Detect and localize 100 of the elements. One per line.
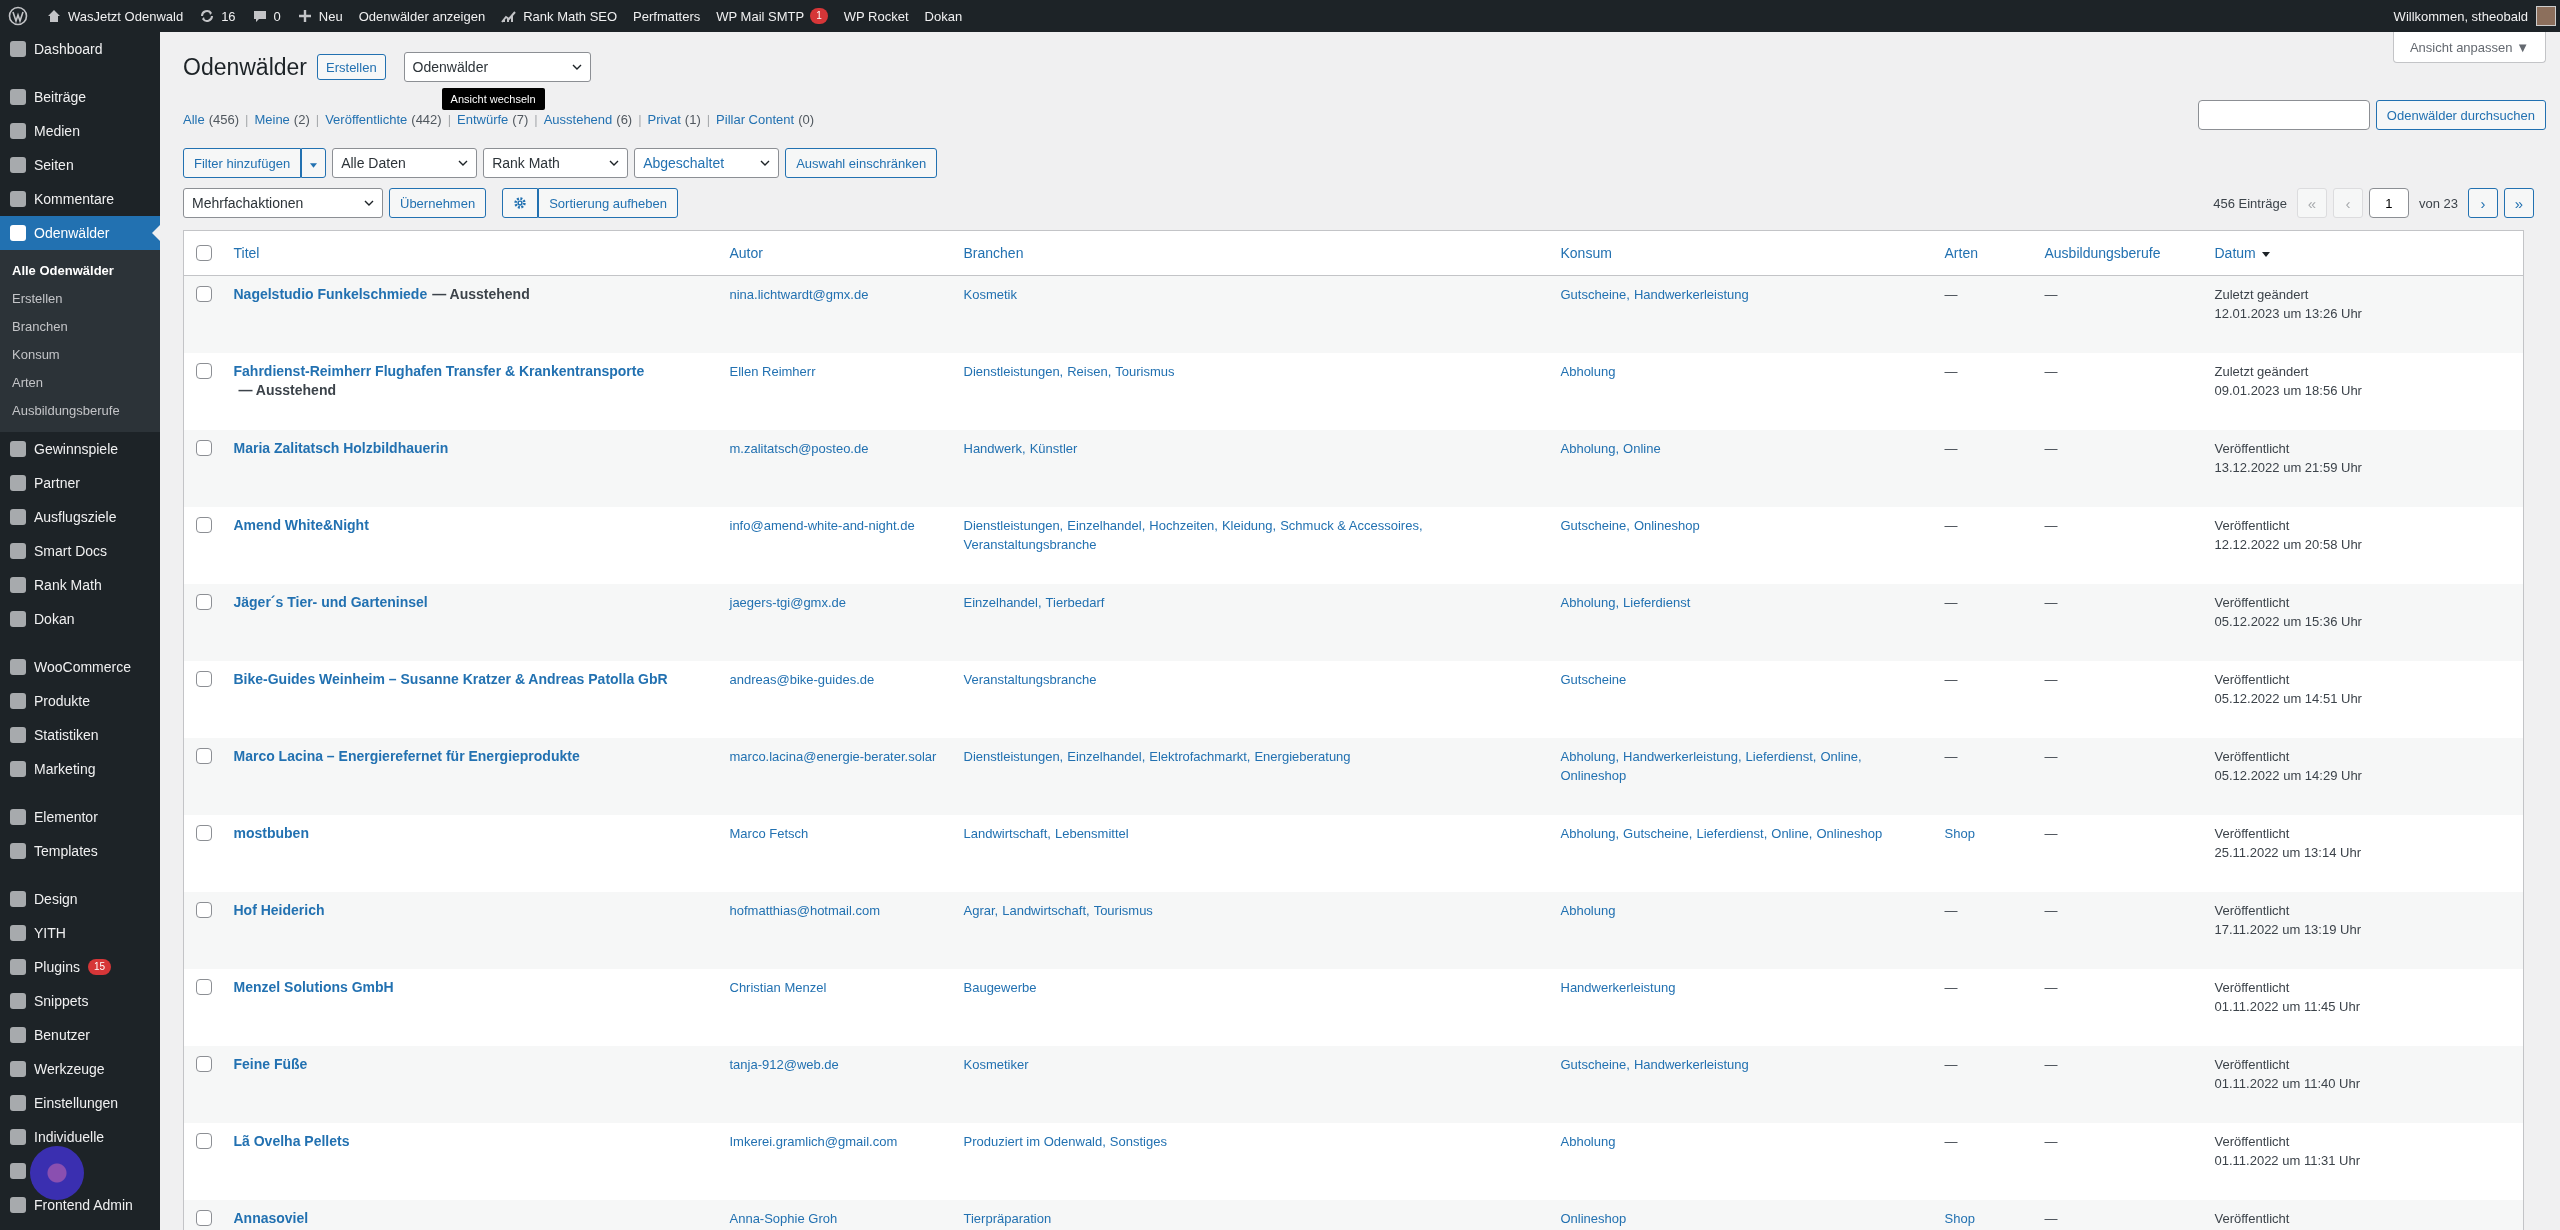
term-link[interactable]: Online,: [1771, 823, 1813, 843]
row-checkbox[interactable]: [196, 901, 212, 918]
admin-bar-link[interactable]: 16: [191, 0, 244, 32]
row-checkbox[interactable]: [196, 516, 212, 533]
column-header[interactable]: Branchen: [963, 245, 1024, 261]
author-link[interactable]: info@amend-white-and-night.de: [729, 515, 915, 535]
term-link[interactable]: Dienstleistungen,: [963, 746, 1064, 766]
term-link[interactable]: Onlineshop: [1560, 765, 1627, 785]
admin-bar-link[interactable]: Perfmatters: [625, 0, 709, 32]
sidebar-item[interactable]: Templates: [0, 834, 160, 868]
column-header[interactable]: Konsum: [1560, 245, 1612, 261]
term-link[interactable]: Abholung,: [1560, 592, 1620, 612]
row-checkbox[interactable]: [196, 747, 212, 764]
sidebar-item[interactable]: Marketing: [0, 752, 160, 786]
view-filter-link[interactable]: Privat: [647, 112, 681, 127]
term-link[interactable]: Produziert im Odenwald,: [963, 1131, 1106, 1151]
term-link[interactable]: Elektrofachmarkt,: [1149, 746, 1251, 766]
sidebar-item[interactable]: Plugins 15: [0, 950, 160, 984]
term-link[interactable]: Onlineshop: [1633, 515, 1700, 535]
post-title-link[interactable]: mostbuben: [233, 824, 309, 841]
term-link[interactable]: Tourismus: [1093, 900, 1153, 920]
post-title-link[interactable]: Nagelstudio Funkelschmiede: [233, 286, 428, 302]
term-link[interactable]: Einzelhandel,: [1067, 746, 1146, 766]
sidebar-item[interactable]: Medien: [0, 114, 160, 148]
select-all-checkbox[interactable]: [196, 245, 212, 261]
term-link[interactable]: Lieferdienst: [1623, 592, 1691, 612]
author-link[interactable]: m.zalitatsch@posteo.de: [729, 438, 869, 458]
author-link[interactable]: Marco Fetsch: [729, 823, 809, 843]
row-checkbox[interactable]: [196, 1132, 212, 1149]
post-title-link[interactable]: Lã Ovelha Pellets: [233, 1132, 350, 1149]
sidebar-item[interactable]: Werkzeuge: [0, 1052, 160, 1086]
user-greeting[interactable]: Willkommen, stheobald: [2385, 0, 2536, 32]
sidebar-item[interactable]: Frontend Admin: [0, 1188, 160, 1222]
term-link[interactable]: Lieferdienst,: [1745, 746, 1817, 766]
sidebar-item[interactable]: Individuelle: [0, 1120, 160, 1154]
author-link[interactable]: tanja-912@web.de: [729, 1054, 839, 1074]
column-header[interactable]: Autor: [729, 245, 763, 261]
term-link[interactable]: Gutscheine,: [1560, 285, 1630, 304]
term-link[interactable]: Energieberatung: [1254, 746, 1351, 766]
filter-select[interactable]: Abgeschaltet: [634, 148, 780, 178]
term-link[interactable]: Abholung,: [1560, 438, 1620, 458]
post-title-link[interactable]: Bike-Guides Weinheim – Susanne Kratzer & Andreas Patolla GbR: [233, 670, 668, 687]
term-link[interactable]: Lieferdienst,: [1696, 823, 1768, 843]
view-filter-link[interactable]: Veröffentlichte: [325, 112, 408, 127]
page-number-field[interactable]: 1: [2368, 188, 2409, 218]
row-checkbox[interactable]: [196, 593, 212, 610]
submenu-item[interactable]: Erstellen: [0, 285, 160, 313]
term-link[interactable]: Shop: [1944, 823, 1975, 843]
wordpress-logo-icon[interactable]: [8, 6, 28, 26]
row-checkbox[interactable]: [196, 286, 212, 302]
term-link[interactable]: Dienstleistungen,: [963, 361, 1064, 381]
author-link[interactable]: jaegers-tgi@gmx.de: [729, 592, 847, 612]
term-link[interactable]: Einzelhandel,: [963, 592, 1042, 612]
term-link[interactable]: Baugewerbe: [963, 977, 1037, 997]
admin-bar-link[interactable]: WP Mail SMTP 1: [708, 0, 836, 32]
term-link[interactable]: Gutscheine,: [1560, 515, 1630, 535]
term-link[interactable]: Gutscheine,: [1623, 823, 1693, 843]
term-link[interactable]: Tourismus: [1115, 361, 1175, 381]
sidebar-item[interactable]: Odenwälder: [0, 216, 160, 250]
admin-bar-link[interactable]: WasJetzt Odenwald: [38, 0, 192, 32]
row-checkbox[interactable]: [196, 1055, 212, 1072]
sidebar-item[interactable]: Snippets: [0, 984, 160, 1018]
view-filter-link[interactable]: Entwürfe: [457, 112, 509, 127]
term-link[interactable]: Handwerkerleistung,: [1623, 746, 1742, 766]
term-link[interactable]: Online: [1623, 438, 1661, 458]
term-link[interactable]: Einzelhandel,: [1067, 515, 1146, 535]
term-link[interactable]: Abholung,: [1560, 746, 1620, 766]
submenu-item[interactable]: Ausbildungsberufe: [0, 397, 160, 425]
screen-options-button[interactable]: Ansicht anpassen ▼: [2392, 32, 2546, 63]
pagination-button[interactable]: »: [2504, 188, 2534, 218]
sidebar-item[interactable]: Gewinnspiele: [0, 432, 160, 466]
sidebar-item[interactable]: Rank Math: [0, 568, 160, 602]
filter-select[interactable]: Rank Math: [483, 148, 629, 178]
sidebar-item[interactable]: Dokan: [0, 602, 160, 636]
sidebar-item[interactable]: Elementor: [0, 800, 160, 834]
term-link[interactable]: Tierbedarf: [1045, 592, 1105, 612]
sidebar-item[interactable]: Produkte: [0, 684, 160, 718]
submenu-item[interactable]: Branchen: [0, 313, 160, 341]
view-select[interactable]: Odenwälder: [403, 52, 591, 82]
submenu-item[interactable]: Konsum: [0, 341, 160, 369]
sidebar-item[interactable]: Kommentare: [0, 182, 160, 216]
term-link[interactable]: Handwerkerleistung: [1560, 977, 1676, 997]
row-checkbox[interactable]: [196, 824, 212, 841]
term-link[interactable]: Landwirtschaft,: [1002, 900, 1090, 920]
term-link[interactable]: Reisen,: [1067, 361, 1112, 381]
post-title-link[interactable]: Amend White&Night: [233, 516, 369, 533]
term-link[interactable]: Handwerkerleistung: [1633, 285, 1749, 304]
term-link[interactable]: Dienstleistungen,: [963, 515, 1064, 535]
sidebar-item[interactable]: Einstellungen: [0, 1086, 160, 1120]
author-link[interactable]: andreas@bike-guides.de: [729, 669, 875, 689]
sidebar-item[interactable]: Dashboard: [0, 32, 160, 66]
author-link[interactable]: Ellen Reimherr: [729, 361, 816, 381]
admin-bar-link[interactable]: Odenwälder anzeigen: [350, 0, 494, 32]
term-link[interactable]: Landwirtschaft,: [963, 823, 1051, 843]
admin-bar-link[interactable]: Dokan: [916, 0, 971, 32]
view-filter-link[interactable]: Pillar Content: [716, 112, 795, 127]
sidebar-item[interactable]: Design: [0, 882, 160, 916]
view-filter-link[interactable]: Meine: [254, 112, 290, 127]
bulk-apply-button[interactable]: Übernehmen: [389, 188, 487, 218]
sidebar-item[interactable]: WooCommerce: [0, 650, 160, 684]
